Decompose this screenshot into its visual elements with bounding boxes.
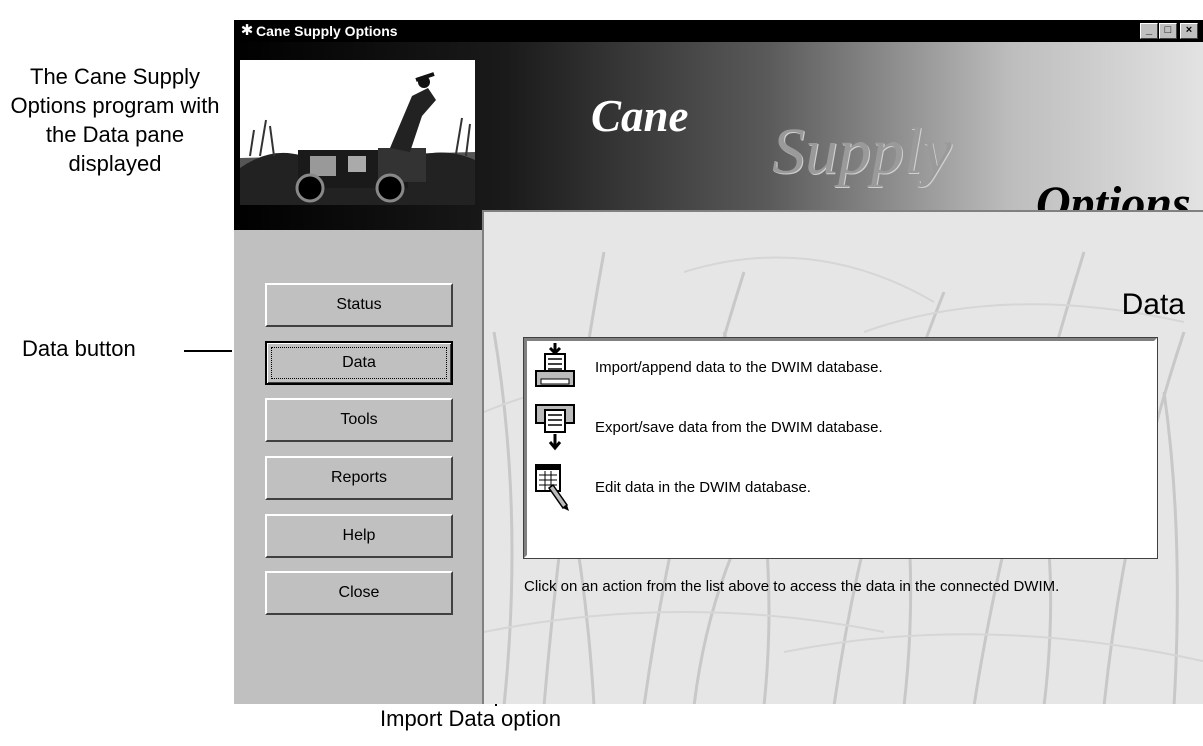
status-button-label: Status	[336, 296, 382, 313]
help-button[interactable]: Help	[265, 514, 453, 558]
help-button-label: Help	[342, 527, 376, 544]
tools-button-label: Tools	[340, 411, 378, 428]
app-window: ✱ Cane Supply Options _ □ × Cane Supply …	[232, 18, 1203, 704]
data-button[interactable]: Data	[265, 341, 453, 385]
data-button-label: Data	[342, 354, 376, 371]
import-option-callout: Import Data option	[380, 706, 561, 731]
cane-harvester-photo	[240, 60, 475, 205]
title-bar[interactable]: ✱ Cane Supply Options _ □ ×	[234, 20, 1203, 42]
edit-data-action[interactable]: Edit data in the DWIM database.	[533, 463, 1133, 513]
close-button-label: Close	[338, 584, 380, 601]
import-data-label: Import/append data to the DWIM database.	[595, 359, 883, 376]
data-button-callout: Data button	[22, 336, 136, 361]
cane-plant-icon: ✱	[240, 22, 254, 39]
window-title: Cane Supply Options	[256, 23, 398, 39]
title-word-supply: Supply	[772, 115, 952, 188]
data-button-leader-line	[184, 350, 236, 352]
minimize-button[interactable]: _	[1140, 23, 1158, 39]
data-pane: Data Import/append data to the DWIM data…	[482, 210, 1203, 704]
import-database-icon	[533, 343, 577, 393]
data-button-focus: Data	[271, 347, 447, 379]
pane-heading: Data	[1121, 288, 1185, 321]
import-data-action[interactable]: Import/append data to the DWIM database.	[533, 343, 1133, 393]
tools-button[interactable]: Tools	[265, 398, 453, 442]
close-window-button[interactable]: ×	[1180, 23, 1198, 39]
export-data-action[interactable]: Export/save data from the DWIM database.	[533, 403, 1133, 453]
reports-button[interactable]: Reports	[265, 456, 453, 500]
title-word-cane: Cane	[591, 91, 689, 141]
maximize-button[interactable]: □	[1159, 23, 1177, 39]
navigation-panel: Status Data Tools Reports Help Close	[234, 230, 482, 704]
export-database-icon	[533, 403, 577, 453]
edit-data-icon	[533, 463, 577, 513]
edit-data-label: Edit data in the DWIM database.	[595, 479, 811, 496]
status-button[interactable]: Status	[265, 283, 453, 327]
export-data-label: Export/save data from the DWIM database.	[595, 419, 883, 436]
figure-caption: The Cane Supply Options program with the…	[10, 64, 220, 176]
data-actions-list: Import/append data to the DWIM database.…	[524, 338, 1157, 558]
close-button[interactable]: Close	[265, 571, 453, 615]
app-header-banner: Cane Supply Options	[234, 42, 1203, 230]
reports-button-label: Reports	[330, 469, 388, 486]
pane-instructions: Click on an action from the list above t…	[524, 578, 1060, 595]
